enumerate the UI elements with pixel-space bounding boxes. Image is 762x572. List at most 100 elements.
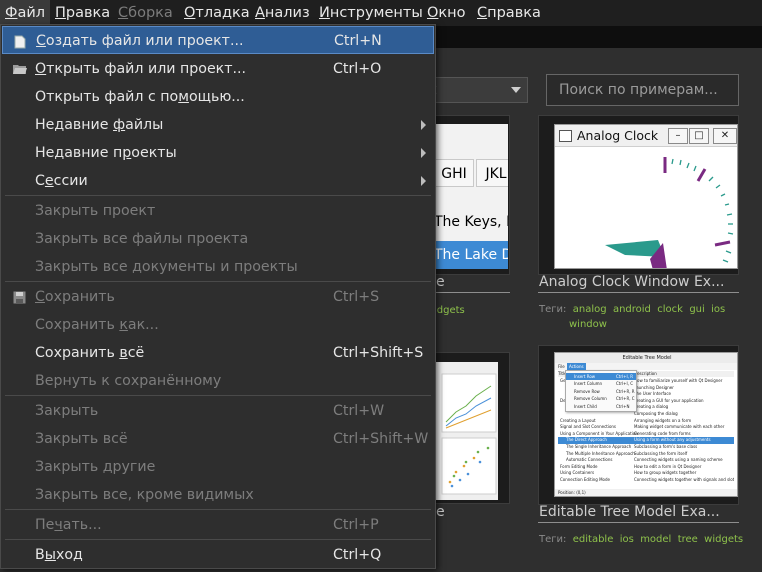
menubar-help[interactable]: Справка (477, 0, 541, 26)
tag-link[interactable]: gui (689, 304, 704, 315)
tag-link[interactable]: editable (573, 534, 614, 545)
menu-item-label: Сохранить как... (35, 317, 159, 333)
tree-cell-description: Making widget communicate with each othe… (634, 424, 725, 430)
tree-row: Form Editing Mode How to edit a form in Q… (558, 464, 734, 470)
tag-link[interactable]: clock (657, 304, 683, 315)
example-title-partial-1[interactable]: e (436, 274, 445, 290)
tree-menu-item-label: Insert Child (574, 403, 597, 409)
menubar-debug[interactable]: Отладка (184, 0, 250, 26)
submenu-arrow-icon (421, 176, 426, 186)
card-divider (538, 292, 739, 293)
minimize-icon: – (668, 128, 688, 144)
menu-item-save[interactable]: Сохранить Ctrl+S (2, 283, 434, 311)
window-app-icon (559, 130, 572, 142)
menu-item-save-as[interactable]: Сохранить как... (2, 311, 434, 339)
menubar-build-label: борка (128, 5, 173, 21)
tree-menu-item: Remove Row Ctrl+R, R (566, 388, 636, 395)
tree-menu-item-shortcut: Ctrl+I, R (616, 374, 633, 379)
menubar-window-accel: О (427, 5, 439, 21)
menu-item-label: Закрыть все документы и проекты (35, 259, 298, 275)
menu-item-print[interactable]: Печать... Ctrl+P (2, 511, 434, 539)
menu-item-close-project-files[interactable]: Закрыть все файлы проекта (2, 225, 434, 253)
tree-menu-item: Insert Column Ctrl+I, C (566, 380, 636, 387)
menu-item-revert[interactable]: Вернуть к сохранённому (2, 367, 434, 395)
menubar-build-accel: С (118, 5, 129, 21)
tree-cell-description: Launching Designer (634, 384, 674, 390)
tree-cell-title: Signal and Slot Connections (560, 424, 617, 430)
tree-row: Creating a Layout Arranging widgets on a … (558, 418, 734, 424)
tree-cell-description: How to group widgets together (634, 470, 697, 476)
tree-row: The Single Inheritance Approach Subclassi… (558, 444, 734, 450)
menubar-tools-label: нструменты (329, 5, 423, 21)
examples-filter-combo[interactable]: t (420, 77, 528, 103)
tree-actions-dropdown: Insert Row Ctrl+I, R Insert Column Ctrl+I, … (565, 370, 637, 412)
example-tags-partial-1[interactable]: idgets (434, 303, 465, 318)
menu-item-open-with[interactable]: Открыть файл с помощью... (2, 83, 434, 111)
tree-menu-item-label: Insert Row (574, 374, 596, 379)
preview-tab-jkl: JKL (476, 159, 508, 187)
menu-item-exit[interactable]: Выход Ctrl+Q (2, 541, 434, 569)
menu-item-label: Сохранить (35, 289, 115, 305)
tree-menu-item-shortcut: Ctrl+N (616, 403, 630, 409)
menu-item-shortcut: Ctrl+P (333, 517, 379, 533)
menubar-tools[interactable]: Инструменты (319, 0, 423, 26)
tree-cell-description: Generating code from forms (634, 430, 691, 436)
tree-cell-title: The Single Inheritance Approach (566, 444, 632, 449)
tree-cell-description: The User Interface (634, 391, 672, 397)
menu-item-close-others[interactable]: Закрыть другие (2, 453, 434, 481)
file-menu-dropdown: Создать файл или проект... Ctrl+N Открыт… (0, 24, 436, 569)
menu-item-recent-projects[interactable]: Недавние проекты (2, 139, 434, 167)
menu-separator (5, 195, 431, 196)
submenu-arrow-icon (421, 120, 426, 130)
maximize-icon: □ (689, 128, 709, 144)
menubar-analyze[interactable]: Анализ (255, 0, 310, 26)
menu-item-shortcut: Ctrl+O (333, 61, 382, 77)
example-tags-editable-tree: Теги: editable ios model tree widgets (539, 532, 743, 547)
menu-item-recent-files[interactable]: Недавние файлы (2, 111, 434, 139)
example-title-partial-2[interactable]: e (436, 504, 445, 520)
tree-cell-description: Connecting widgets using a naming scheme (634, 457, 723, 463)
menubar-window-label: кно (438, 5, 466, 21)
menu-item-close[interactable]: Закрыть Ctrl+W (2, 397, 434, 425)
menu-item-label: Закрыть (35, 403, 99, 419)
tag-link[interactable]: widgets (704, 534, 743, 545)
tags-label: Теги: (539, 304, 567, 315)
editable-tree-window-preview: Editable Tree Model File Actions Title D… (554, 352, 738, 497)
menubar-edit[interactable]: Правка (55, 0, 110, 26)
example-title-analog-clock[interactable]: Analog Clock Window Ex... (539, 274, 724, 290)
tree-cell-title: Creating a Layout (560, 417, 596, 423)
menu-item-label: Сохранить всё (35, 345, 145, 361)
menu-item-close-all[interactable]: Закрыть всё Ctrl+Shift+W (2, 425, 434, 453)
tree-menu-item-label: Insert Column (574, 381, 603, 387)
tag-link[interactable]: model (640, 534, 671, 545)
tree-statusbar: Position: (0,1) (555, 489, 737, 496)
examples-search-input[interactable]: Поиск по примерам... (546, 74, 739, 106)
menu-item-close-project[interactable]: Закрыть проект (2, 197, 434, 225)
menu-item-close-all-documents[interactable]: Закрыть все документы и проекты (2, 253, 434, 281)
example-preview-partial-1: GHI JKL The Keys, B The Lake Dis (434, 124, 508, 269)
menu-item-sessions[interactable]: Сессии (2, 167, 434, 195)
tag-link[interactable]: ios (620, 534, 634, 545)
chart-preview-graphic (441, 373, 497, 495)
preview-tab-ghi: GHI (434, 159, 474, 187)
menu-item-label: Закрыть все файлы проекта (35, 231, 249, 247)
tag-link[interactable]: window (569, 319, 607, 330)
menubar-debug-accel: О (184, 5, 196, 21)
example-title-editable-tree[interactable]: Editable Tree Model Exa... (539, 504, 720, 520)
menubar-file[interactable]: Файл (0, 0, 51, 26)
tag-link[interactable]: tree (678, 534, 698, 545)
tag-link[interactable]: ios (711, 304, 725, 315)
menubar-window[interactable]: Окно (427, 0, 466, 26)
menubar-file-label: айл (17, 5, 46, 21)
tag-link[interactable]: analog (573, 304, 607, 315)
menu-item-save-all[interactable]: Сохранить всё Ctrl+Shift+S (2, 339, 434, 367)
preview-row-1: The Keys, B (434, 214, 508, 230)
menubar-build[interactable]: Сборка (118, 0, 173, 26)
tag-link[interactable]: android (613, 304, 651, 315)
menu-item-close-all-except-visible[interactable]: Закрыть все, кроме видимых (2, 481, 434, 509)
menu-separator (5, 395, 431, 396)
menu-item-open-file-or-project[interactable]: Открыть файл или проект... Ctrl+O (2, 55, 434, 83)
menu-item-new-file-or-project[interactable]: Создать файл или проект... Ctrl+N (2, 26, 434, 54)
analog-clock-window-preview: Analog Clock – □ ✕ (554, 124, 738, 269)
tree-row: Signal and Slot Connections Making widget… (558, 424, 734, 430)
